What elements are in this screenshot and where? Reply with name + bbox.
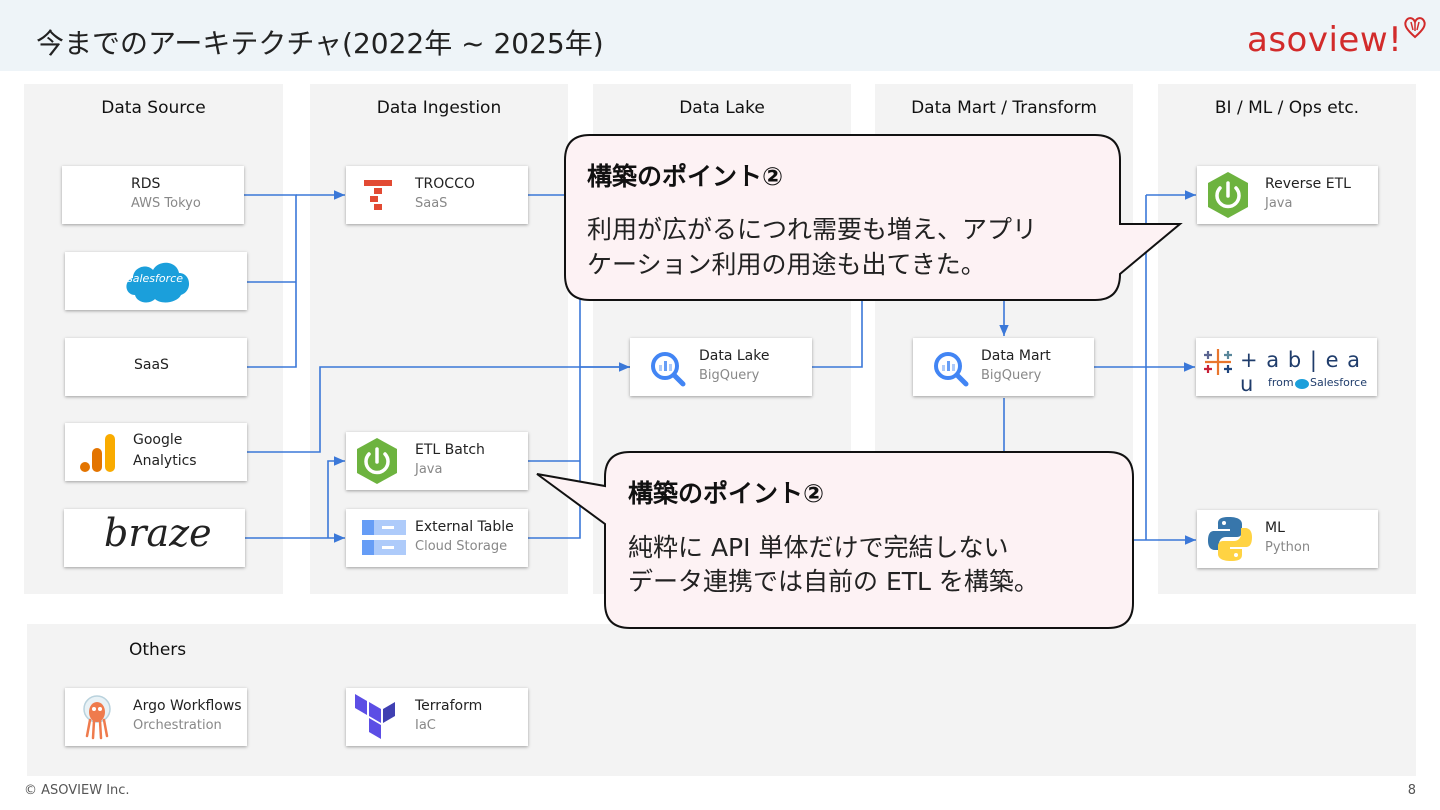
callout-bottom-line2: データ連携では自前の ETL を構築。 (628, 567, 1039, 596)
callout-bottom-line1: 純粋に API 単体だけで完結しない (628, 533, 1009, 562)
callout-bottom-title: 構築のポイント② (628, 479, 825, 508)
callout-shapes (536, 134, 1183, 629)
callout-top-title: 構築のポイント② (587, 162, 784, 191)
page-number: 8 (1407, 783, 1416, 798)
copyright-footer: © ASOVIEW Inc. (24, 783, 130, 798)
callout-top-line1: 利用が広がるにつれ需要も増え、アプリ (587, 215, 1038, 244)
callout-top-line2: ケーション利用の用途も出てきた。 (587, 250, 986, 279)
